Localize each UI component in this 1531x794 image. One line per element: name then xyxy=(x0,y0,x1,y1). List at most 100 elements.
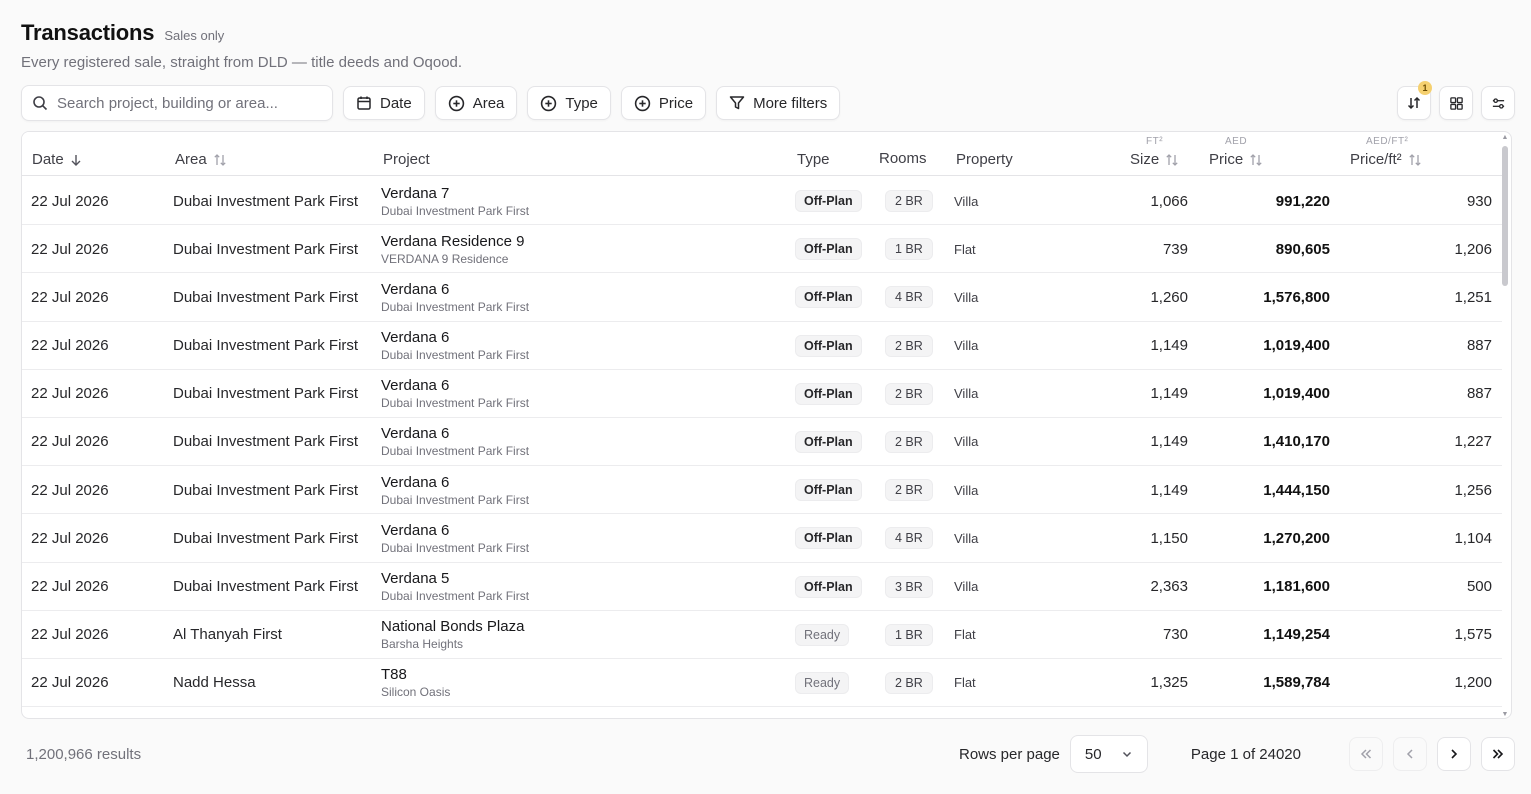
grid-view-button[interactable] xyxy=(1439,86,1473,120)
table-header: Date Area Project Type Rooms Property FT… xyxy=(22,132,1502,176)
table-row[interactable]: 22 Jul 2026 Dubai Investment Park First V… xyxy=(22,322,1502,370)
project-subtitle: Dubai Investment Park First xyxy=(381,396,530,411)
next-page-button[interactable] xyxy=(1437,737,1471,771)
cell-rooms: 2 BR xyxy=(885,322,933,370)
cell-area: Dubai Investment Park First xyxy=(173,337,359,355)
project-subtitle: Dubai Investment Park First xyxy=(381,589,530,603)
cell-area: Dubai Investment Park First xyxy=(173,433,359,451)
table-row[interactable]: 22 Jul 2026 Al Thanyah First National Bon… xyxy=(22,611,1502,659)
title-row: Transactions Sales only xyxy=(21,20,462,46)
date-filter-button[interactable]: Date xyxy=(343,86,425,120)
cell-rooms: 2 BR xyxy=(885,659,933,707)
filter-toolbar: Date Area Type Price More filters 1 xyxy=(21,81,1515,121)
cell-area: Dubai Investment Park First xyxy=(173,529,359,547)
scroll-up-arrow[interactable]: ▲ xyxy=(1501,134,1509,141)
rows-per-page-select[interactable]: 50 xyxy=(1069,735,1148,773)
type-badge: Off-Plan xyxy=(795,190,862,212)
table-row[interactable]: 22 Jul 2026 Dubai Investment Park First V… xyxy=(22,514,1502,563)
cell-date: 22 Jul 2026 xyxy=(31,240,109,258)
project-name: Verdana 5 xyxy=(381,570,450,587)
cell-price-per-sqft: 1,227 xyxy=(1454,433,1492,451)
cell-project: National Bonds Plaza Barsha Heights xyxy=(381,611,524,659)
column-price-label: Price xyxy=(1209,151,1244,168)
size-unit-label: FT² xyxy=(1146,136,1164,147)
rooms-badge: 2 BR xyxy=(885,382,933,405)
search-box[interactable] xyxy=(21,85,333,121)
project-name: Verdana 6 xyxy=(381,521,450,539)
column-settings-button[interactable] xyxy=(1481,86,1515,120)
cell-price: 1,589,784 xyxy=(1263,674,1330,692)
project-subtitle: Silicon Oasis xyxy=(381,685,451,700)
search-input[interactable] xyxy=(57,94,317,112)
more-filters-button[interactable]: More filters xyxy=(716,86,841,120)
table-row[interactable]: 22 Jul 2026 Dubai Investment Park First V… xyxy=(22,466,1502,515)
rooms-badge: 2 BR xyxy=(885,334,933,357)
cell-price-per-sqft: 1,104 xyxy=(1454,529,1492,547)
column-area-label: Area xyxy=(175,151,207,168)
column-price-per-sqft[interactable]: AED/FT² Price/ft² xyxy=(1350,132,1450,176)
cell-project: Verdana 5 Dubai Investment Park First xyxy=(381,563,529,611)
cell-type: Off-Plan xyxy=(795,466,862,514)
table-row[interactable]: 22 Jul 2026 Dubai Investment Park First V… xyxy=(22,563,1502,611)
cell-rooms: 1 BR xyxy=(885,225,933,273)
type-filter-button[interactable]: Type xyxy=(527,86,611,120)
view-tools: 1 xyxy=(1397,81,1515,120)
cell-type: Off-Plan xyxy=(795,273,862,321)
project-subtitle: Dubai Investment Park First xyxy=(381,348,530,363)
table-footer: 1,200,966 results Rows per page 50 Page … xyxy=(26,735,1515,773)
cell-type: Off-Plan xyxy=(795,418,862,466)
table-row[interactable]: 22 Jul 2026 Dubai Investment Park First V… xyxy=(22,273,1502,322)
cell-rooms: 4 BR xyxy=(885,273,933,321)
first-page-button[interactable] xyxy=(1349,737,1383,771)
chevron-left-icon xyxy=(1406,749,1413,759)
scroll-down-arrow[interactable]: ▼ xyxy=(1501,711,1509,718)
table-row[interactable]: 22 Jul 2026 Nadd Hessa T88 Silicon Oasis … xyxy=(22,659,1502,708)
table-row[interactable]: 22 Jul 2026 Dubai Investment Park First V… xyxy=(22,370,1502,418)
cell-area: Dubai Investment Park First xyxy=(173,288,359,306)
table-scrollbar[interactable]: ▲ ▼ xyxy=(1501,134,1509,718)
cell-date: 22 Jul 2026 xyxy=(31,674,109,692)
cell-project: Verdana 6 Dubai Investment Park First xyxy=(381,273,529,321)
rooms-badge: 2 BR xyxy=(885,479,933,502)
cell-property: Villa xyxy=(954,338,979,354)
sort-count-badge: 1 xyxy=(1418,81,1432,95)
project-name: Verdana 7 xyxy=(381,184,450,202)
table-row[interactable]: 22 Jul 2026 Dubai Investment Park First V… xyxy=(22,177,1502,226)
cell-property: Flat xyxy=(954,241,976,257)
cell-size: 1,149 xyxy=(1150,433,1188,451)
cell-price-per-sqft: 1,206 xyxy=(1454,240,1492,258)
cell-size: 1,325 xyxy=(1150,674,1188,692)
cell-project: Verdana 6 Dubai Investment Park First xyxy=(381,418,529,466)
table-row[interactable]: 22 Jul 2026 Dubai Investment Park First V… xyxy=(22,225,1502,274)
type-badge: Ready xyxy=(795,623,850,646)
table-row[interactable]: National Bonds Pl... xyxy=(22,707,1502,718)
cell-date: 22 Jul 2026 xyxy=(31,288,109,306)
cell-rooms: 4 BR xyxy=(885,514,933,562)
cell-size: 1,150 xyxy=(1150,529,1188,547)
price-filter-label: Price xyxy=(658,94,694,112)
search-icon xyxy=(33,96,48,111)
sort-button[interactable]: 1 xyxy=(1397,81,1432,120)
page-indicator: Page 1 of 24020 xyxy=(1190,745,1301,763)
date-filter-label: Date xyxy=(380,94,412,112)
cell-size: 2,363 xyxy=(1150,578,1188,595)
area-filter-button[interactable]: Area xyxy=(434,86,518,120)
plus-circle-icon xyxy=(448,95,464,111)
cell-size: 1,149 xyxy=(1150,385,1188,403)
cell-size: 1,260 xyxy=(1150,288,1188,306)
cell-date: 22 Jul 2026 xyxy=(31,433,109,451)
pagination: Rows per page 50 Page 1 of 24020 xyxy=(959,735,1515,773)
scrollbar-thumb[interactable] xyxy=(1502,146,1508,286)
cell-date: 22 Jul 2026 xyxy=(31,481,109,499)
rooms-badge: 2 BR xyxy=(885,671,933,694)
cell-type: Ready xyxy=(795,611,850,659)
previous-page-button[interactable] xyxy=(1393,737,1427,771)
column-size-label: Size xyxy=(1130,151,1160,168)
column-size[interactable]: FT² Size xyxy=(1130,132,1190,176)
price-filter-button[interactable]: Price xyxy=(620,86,707,120)
column-price[interactable]: AED Price xyxy=(1209,132,1279,176)
project-subtitle: Dubai Investment Park First xyxy=(381,203,530,218)
cell-date: 22 Jul 2026 xyxy=(31,385,109,403)
table-row[interactable]: 22 Jul 2026 Dubai Investment Park First V… xyxy=(22,418,1502,467)
last-page-button[interactable] xyxy=(1481,737,1515,771)
